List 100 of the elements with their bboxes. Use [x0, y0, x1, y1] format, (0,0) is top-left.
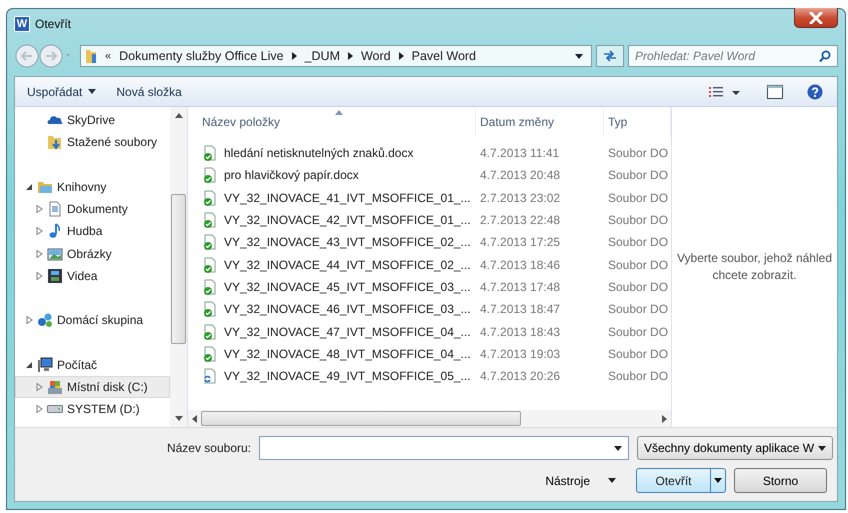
date-cell-text: 2.7.2013 23:02 [479, 190, 562, 207]
breadcrumb-item[interactable]: Word [360, 49, 391, 63]
type-cell-text: Soubor DO [607, 167, 670, 184]
file-name[interactable]: VY_32_INOVACE_47_IVT_MSOFFICE_04_... [198, 320, 476, 343]
folder-icon [85, 48, 97, 64]
organize-button[interactable]: Uspořádat [21, 82, 102, 102]
type-cell-text: Soubor DO [607, 346, 670, 363]
synced-document-icon [202, 234, 218, 250]
nav-item[interactable]: Hudba [15, 220, 170, 242]
date-cell-text: 4.7.2013 17:25 [479, 234, 562, 252]
nav-item[interactable]: Počítač [15, 353, 170, 376]
collapsed-arrow-icon [36, 227, 43, 236]
date-cell-text: 4.7.2013 18:43 [479, 324, 562, 341]
type-cell-text: Soubor DO [607, 256, 670, 274]
file-name[interactable]: VY_32_INOVACE_48_IVT_MSOFFICE_04_... [198, 342, 476, 365]
file-name[interactable]: hledání netisknutelných znaků.docx [198, 142, 476, 164]
caret-icon [818, 446, 826, 450]
date-cell-text: 4.7.2013 20:26 [479, 368, 562, 386]
separator-arrow-icon [292, 52, 297, 60]
type-cell-text: Soubor DO [607, 145, 670, 162]
file-name[interactable]: VY_32_INOVACE_45_IVT_MSOFFICE_03_... [198, 276, 476, 298]
scrollbar[interactable] [188, 410, 671, 427]
close-icon [809, 12, 823, 24]
nav-item[interactable]: Knihovny [15, 176, 170, 198]
collapsed-arrow-icon [36, 382, 43, 391]
breadcrumb-item[interactable]: _DUM [304, 49, 340, 63]
scrollbar[interactable] [170, 107, 187, 427]
scroll-up-icon [174, 113, 182, 118]
open-label: Otevřít [654, 474, 692, 488]
new-folder-button[interactable]: Nová složka [110, 82, 188, 102]
nav-item[interactable]: Stažené soubory [15, 131, 170, 154]
nav-item[interactable]: Videa [15, 264, 170, 288]
word-icon: W [14, 16, 30, 32]
breadcrumb-item[interactable]: Dokumenty služby Office Live [119, 49, 284, 63]
synced-document-icon [202, 324, 218, 340]
separator-arrow-icon [398, 52, 404, 60]
nav-item[interactable]: Místní disk (C:) [15, 376, 170, 398]
nav-item[interactable]: SYSTEM (D:) [15, 398, 170, 420]
syncing-document-icon [202, 368, 218, 384]
scroll-down-icon [174, 416, 182, 421]
collapsed-arrow-icon [26, 316, 33, 324]
scroll-left-icon [192, 414, 197, 422]
tools-button[interactable]: Nástroje [545, 474, 628, 488]
file-name[interactable]: VY_32_INOVACE_44_IVT_MSOFFICE_02_... [198, 253, 476, 276]
overflow-chevron[interactable]: « [105, 50, 112, 62]
file-name[interactable]: VY_32_INOVACE_49_IVT_MSOFFICE_05_... [198, 364, 476, 388]
file-name[interactable]: VY_32_INOVACE_42_IVT_MSOFFICE_01_... [198, 208, 476, 232]
search-icon [819, 50, 831, 63]
type-cell-text: Soubor DO [607, 301, 670, 318]
nav-item[interactable]: Dokumenty [15, 198, 170, 220]
breadcrumb-item[interactable]: Pavel Word [412, 49, 476, 63]
picture-icon [47, 246, 63, 262]
column-header[interactable]: Název položky [198, 107, 476, 137]
window-title: Otevřít [35, 17, 72, 31]
type-cell-text: Soubor DO [607, 278, 670, 296]
date-cell-text: 2.7.2013 22:48 [479, 212, 562, 230]
caret-icon [614, 446, 622, 450]
date-cell-text: 4.7.2013 19:03 [479, 346, 562, 363]
sort-arrow-icon [334, 110, 342, 114]
homegroup-icon [37, 312, 53, 328]
address-bar[interactable]: « Dokumenty služby Office Live _DUM Word Pavel Word [80, 45, 592, 67]
refresh-button[interactable] [596, 45, 624, 67]
scroll-thumb[interactable] [201, 411, 521, 426]
synced-document-icon [202, 145, 218, 162]
caret-icon [575, 54, 583, 58]
scroll-right-icon [662, 414, 667, 422]
column-header[interactable]: Datum změny [476, 107, 604, 137]
search-field[interactable]: Prohledat: Pavel Word [628, 45, 838, 67]
nav-item[interactable]: Obrázky [15, 242, 170, 265]
film-icon [47, 268, 63, 284]
close-button[interactable] [794, 8, 838, 28]
date-cell-text: 4.7.2013 11:41 [479, 145, 560, 162]
type-cell-text: Soubor DO [607, 234, 670, 252]
document-icon [47, 201, 63, 218]
column-header[interactable]: Typ [604, 107, 671, 137]
collapsed-arrow-icon [36, 250, 43, 258]
nav-item[interactable]: Domácí skupina [15, 309, 170, 332]
file-type-dropdown[interactable]: Všechny dokumenty aplikace W [637, 436, 833, 460]
music-note-icon [47, 223, 63, 240]
file-name[interactable]: VY_32_INOVACE_43_IVT_MSOFFICE_02_... [198, 231, 476, 254]
synced-document-icon [202, 212, 218, 228]
scroll-thumb[interactable] [171, 194, 186, 344]
date-cell-text: 4.7.2013 17:48 [479, 278, 562, 296]
caret-icon [714, 478, 722, 483]
filename-field[interactable] [259, 436, 629, 460]
synced-document-icon [202, 190, 218, 206]
synced-document-icon [202, 256, 218, 273]
file-name[interactable]: VY_32_INOVACE_46_IVT_MSOFFICE_03_... [198, 298, 476, 320]
type-cell-text: Soubor DO [607, 190, 670, 207]
drive-icon [47, 405, 63, 414]
caret-icon [88, 89, 96, 94]
file-name[interactable]: pro hlavičkový papír.docx [198, 164, 476, 187]
open-button[interactable]: Otevřít [636, 468, 726, 493]
pane-icon [767, 84, 783, 98]
synced-document-icon [202, 346, 218, 362]
file-name[interactable]: VY_32_INOVACE_41_IVT_MSOFFICE_01_... [198, 186, 476, 209]
nav-item[interactable]: SkyDrive [15, 109, 170, 132]
preview-message: Vyberte soubor, jehož náhled chcete zobrazit. [676, 250, 833, 284]
cancel-button[interactable]: Storno [734, 468, 827, 493]
refresh-icon [602, 49, 618, 63]
